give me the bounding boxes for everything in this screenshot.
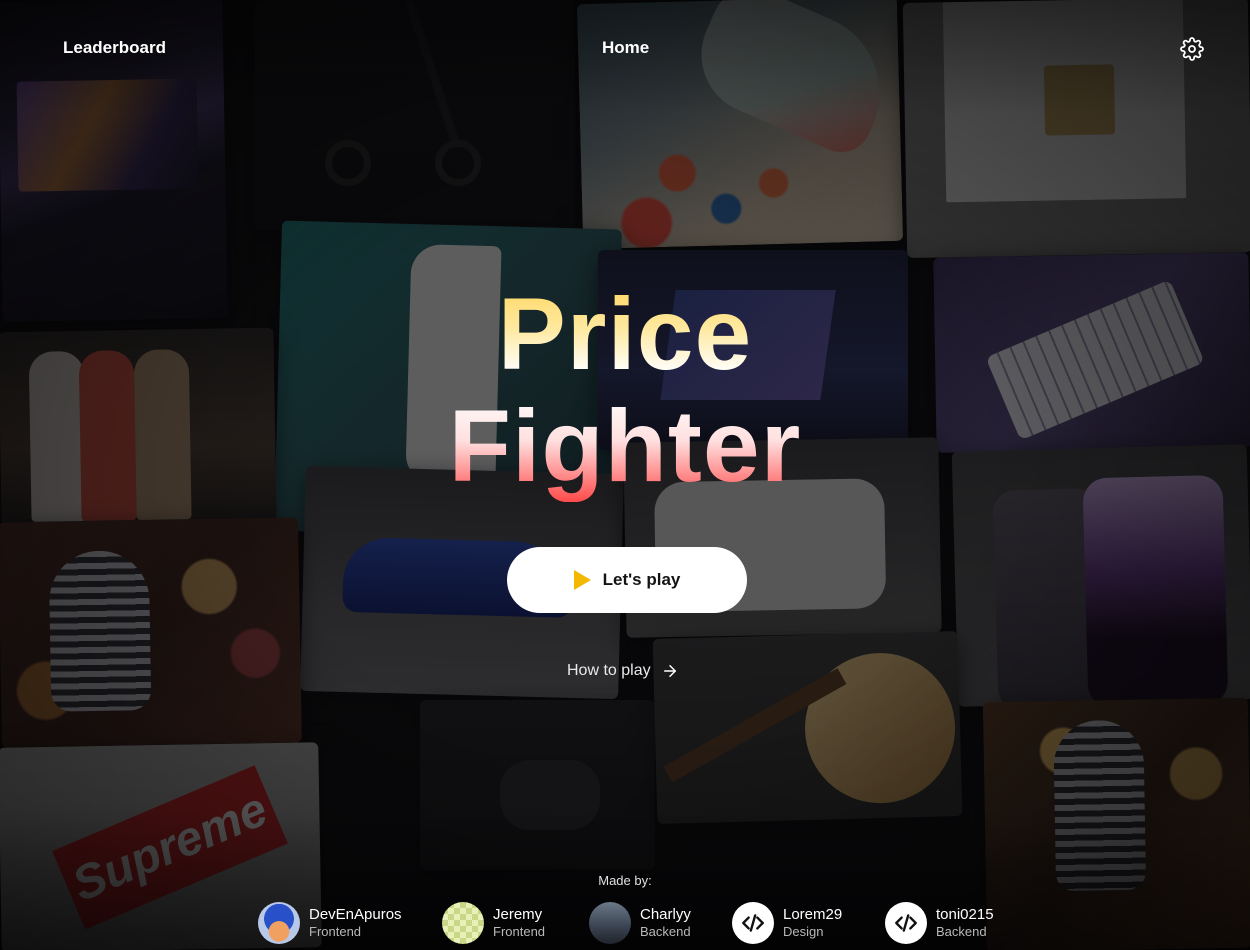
- member-role: Design: [783, 924, 824, 939]
- collage-image-scooter: [255, 0, 575, 230]
- code-icon: [742, 914, 764, 932]
- avatar: [442, 902, 484, 944]
- made-by-label: Made by:: [598, 873, 652, 888]
- how-to-play-label: How to play: [567, 662, 651, 679]
- title-line-price: Price: [0, 278, 1250, 390]
- member-role: Backend: [640, 924, 691, 939]
- settings-button[interactable]: [1180, 37, 1204, 61]
- avatar: [732, 902, 774, 944]
- team-member[interactable]: toni0215 Backend: [885, 902, 994, 944]
- lets-play-label: Let's play: [602, 570, 681, 589]
- member-name: Charlyy: [640, 906, 691, 923]
- team-member[interactable]: DevEnApuros Frontend: [258, 902, 402, 944]
- gear-icon: [1180, 37, 1204, 61]
- collage-image-microphone: [0, 517, 302, 748]
- play-icon: [573, 570, 591, 590]
- avatar: [885, 902, 927, 944]
- how-to-play-link[interactable]: How to play: [567, 662, 679, 680]
- title-line-fighter: Fighter: [0, 390, 1250, 502]
- page-title: Price Fighter: [0, 278, 1250, 502]
- nav-leaderboard-link[interactable]: Leaderboard: [63, 38, 166, 58]
- member-name: toni0215: [936, 906, 994, 923]
- collage-image-controller: [420, 700, 655, 870]
- team-member[interactable]: Lorem29 Design: [732, 902, 842, 944]
- arrow-right-icon: [663, 665, 676, 677]
- collage-image-microphone-2: [982, 697, 1250, 950]
- collage-image-guitar: [652, 631, 963, 824]
- avatar: [589, 902, 631, 944]
- nav-home-link[interactable]: Home: [602, 38, 649, 58]
- member-role: Backend: [936, 924, 987, 939]
- member-role: Frontend: [493, 924, 546, 939]
- member-name: Lorem29: [783, 906, 843, 923]
- lets-play-button[interactable]: Let's play: [507, 547, 747, 613]
- code-icon: [895, 914, 917, 932]
- team-member[interactable]: Jeremy Frontend: [442, 902, 545, 944]
- team-member[interactable]: Charlyy Backend: [589, 902, 691, 944]
- member-role: Frontend: [309, 924, 362, 939]
- member-name: DevEnApuros: [309, 906, 402, 923]
- avatar: [258, 902, 300, 944]
- member-name: Jeremy: [493, 906, 543, 923]
